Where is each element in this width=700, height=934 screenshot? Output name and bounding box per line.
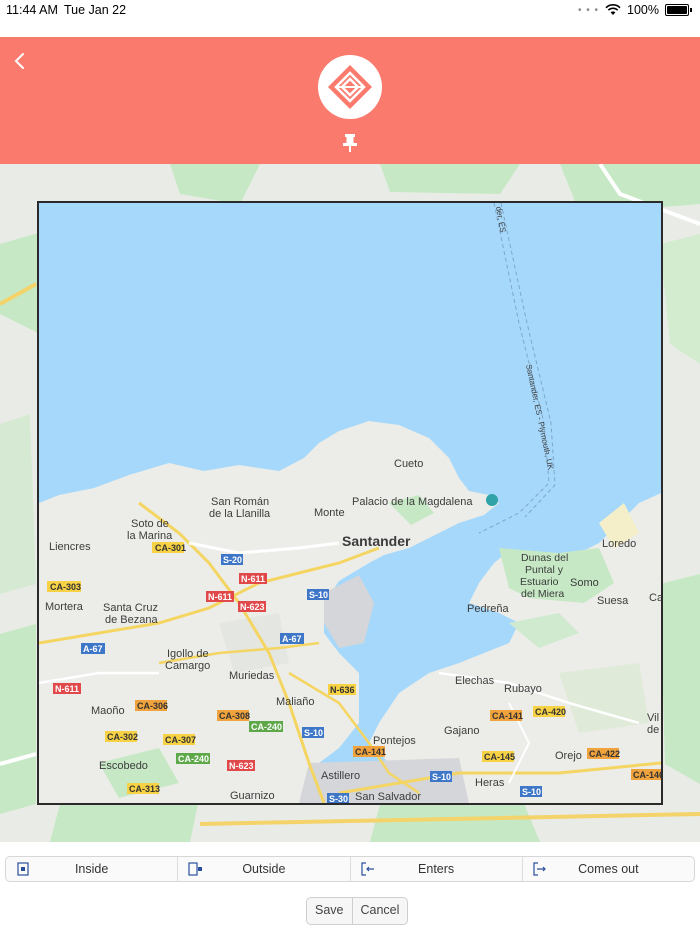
road-shield: CA-146 [633, 770, 661, 780]
road-shield: CA-420 [535, 707, 566, 717]
poi-pin-icon [486, 494, 498, 506]
pushpin-icon[interactable] [340, 133, 360, 153]
cancel-button[interactable]: Cancel [351, 898, 408, 924]
road-shield: CA-301 [155, 543, 186, 553]
road-shield: CA-303 [50, 582, 81, 592]
comes-out-icon [533, 862, 546, 876]
segment-comes-out[interactable]: Comes out [523, 857, 694, 881]
road-shield: CA-141 [492, 711, 523, 721]
road-shield: S-10 [522, 787, 541, 797]
map-label: de [647, 724, 659, 736]
road-shield: N-611 [208, 592, 232, 602]
map-label: de la Llanilla [209, 508, 271, 520]
map-label: la Marina [127, 530, 173, 542]
map-label: Soto de [131, 518, 169, 530]
map-label: Gajano [444, 725, 479, 737]
road-shield: A-67 [83, 644, 103, 654]
road-shield: CA-306 [137, 701, 168, 711]
map-label: Estuario [520, 576, 559, 588]
map-label: Elechas [455, 675, 495, 687]
segment-label: Inside [74, 862, 109, 876]
geofence-mode-segmented-control: Inside Outside Enters Comes out [5, 856, 695, 882]
map-label: Cueto [394, 458, 423, 470]
segment-label: Enters [418, 862, 455, 876]
road-shield: N-636 [330, 685, 355, 695]
map-label: Rubayo [504, 683, 542, 695]
inside-icon [17, 862, 29, 876]
map-label: San Salvador [355, 791, 421, 803]
road-shield: S-10 [304, 728, 323, 738]
road-shield: CA-422 [589, 749, 620, 759]
segment-outside[interactable]: Outside [178, 857, 351, 881]
battery-icon [665, 4, 689, 16]
map-label: Dunas del [521, 552, 568, 564]
santander-map[interactable]: Cueto Palacio de la Magdalena San Román … [39, 203, 661, 803]
segment-inside[interactable]: Inside [6, 857, 179, 881]
map-label: Guarnizo [230, 790, 275, 802]
map-label: Suesa [597, 595, 629, 607]
road-shield: S-10 [309, 590, 328, 600]
map-label: Heras [475, 777, 505, 789]
map-view[interactable]: Cueto Palacio de la Magdalena San Román … [37, 201, 663, 805]
road-shield: N-611 [55, 684, 79, 694]
map-label: del Miera [521, 588, 564, 600]
status-date: Tue Jan 22 [64, 3, 127, 17]
segment-label: Comes out [578, 862, 639, 876]
chevron-left-icon[interactable] [12, 51, 28, 71]
map-label: Camargo [165, 660, 210, 672]
map-label: Escobedo [99, 760, 148, 772]
map-label: Maliaño [276, 696, 315, 708]
map-label: Orejo [555, 750, 582, 762]
outside-icon [188, 862, 203, 876]
segment-label: Outside [242, 862, 286, 876]
save-button[interactable]: Save [307, 898, 351, 924]
status-bar: 11:44 AM Tue Jan 22 • • • 100% [0, 0, 700, 37]
map-label: de Bezana [105, 614, 158, 626]
road-shield: CA-313 [129, 784, 160, 794]
wifi-icon [605, 4, 621, 15]
map-label: Santa Cruz [103, 602, 158, 614]
road-shield: CA-145 [484, 752, 515, 762]
road-shield: A-67 [282, 634, 302, 644]
map-label: Igollo de [167, 648, 209, 660]
map-label: Loredo [602, 538, 636, 550]
map-label: Liencres [49, 541, 91, 553]
map-label: Mortera [45, 601, 84, 613]
enters-icon [360, 862, 374, 876]
road-shield: S-30 [329, 794, 348, 803]
map-label: Monte [314, 507, 345, 519]
map-label: Muriedas [229, 670, 275, 682]
road-shield: N-623 [240, 602, 265, 612]
road-shield: CA-141 [355, 747, 386, 757]
road-shield: CA-240 [251, 722, 282, 732]
map-label: Astillero [321, 770, 360, 782]
map-label: Pontejos [373, 735, 416, 747]
save-cancel-group: Save Cancel [306, 897, 409, 925]
multitasking-dots-icon: • • • [577, 4, 600, 16]
road-shield: N-623 [229, 761, 254, 771]
map-label: Vil [647, 712, 659, 724]
road-shield: CA-307 [165, 735, 196, 745]
map-label: Santander [342, 533, 411, 549]
map-label: Palacio de la Magdalena [352, 496, 473, 508]
map-label: Ca [649, 592, 661, 604]
map-label: Somo [570, 577, 599, 589]
road-shield: CA-302 [107, 732, 138, 742]
map-label: Maoño [91, 705, 125, 717]
road-shield: S-10 [432, 772, 451, 782]
map-label: Puntal y [525, 564, 564, 576]
status-time: 11:44 AM [6, 3, 58, 17]
road-shield: S-20 [223, 555, 242, 565]
road-shield: CA-240 [178, 754, 209, 764]
road-shield: CA-308 [219, 711, 250, 721]
road-shield: N-611 [241, 574, 265, 584]
map-label: Pedreña [467, 603, 509, 615]
segment-enters[interactable]: Enters [351, 857, 523, 881]
header-bar [0, 37, 700, 164]
diamond-logo-icon [318, 55, 382, 119]
map-label: San Román [211, 496, 269, 508]
battery-percent: 100% [627, 3, 659, 17]
